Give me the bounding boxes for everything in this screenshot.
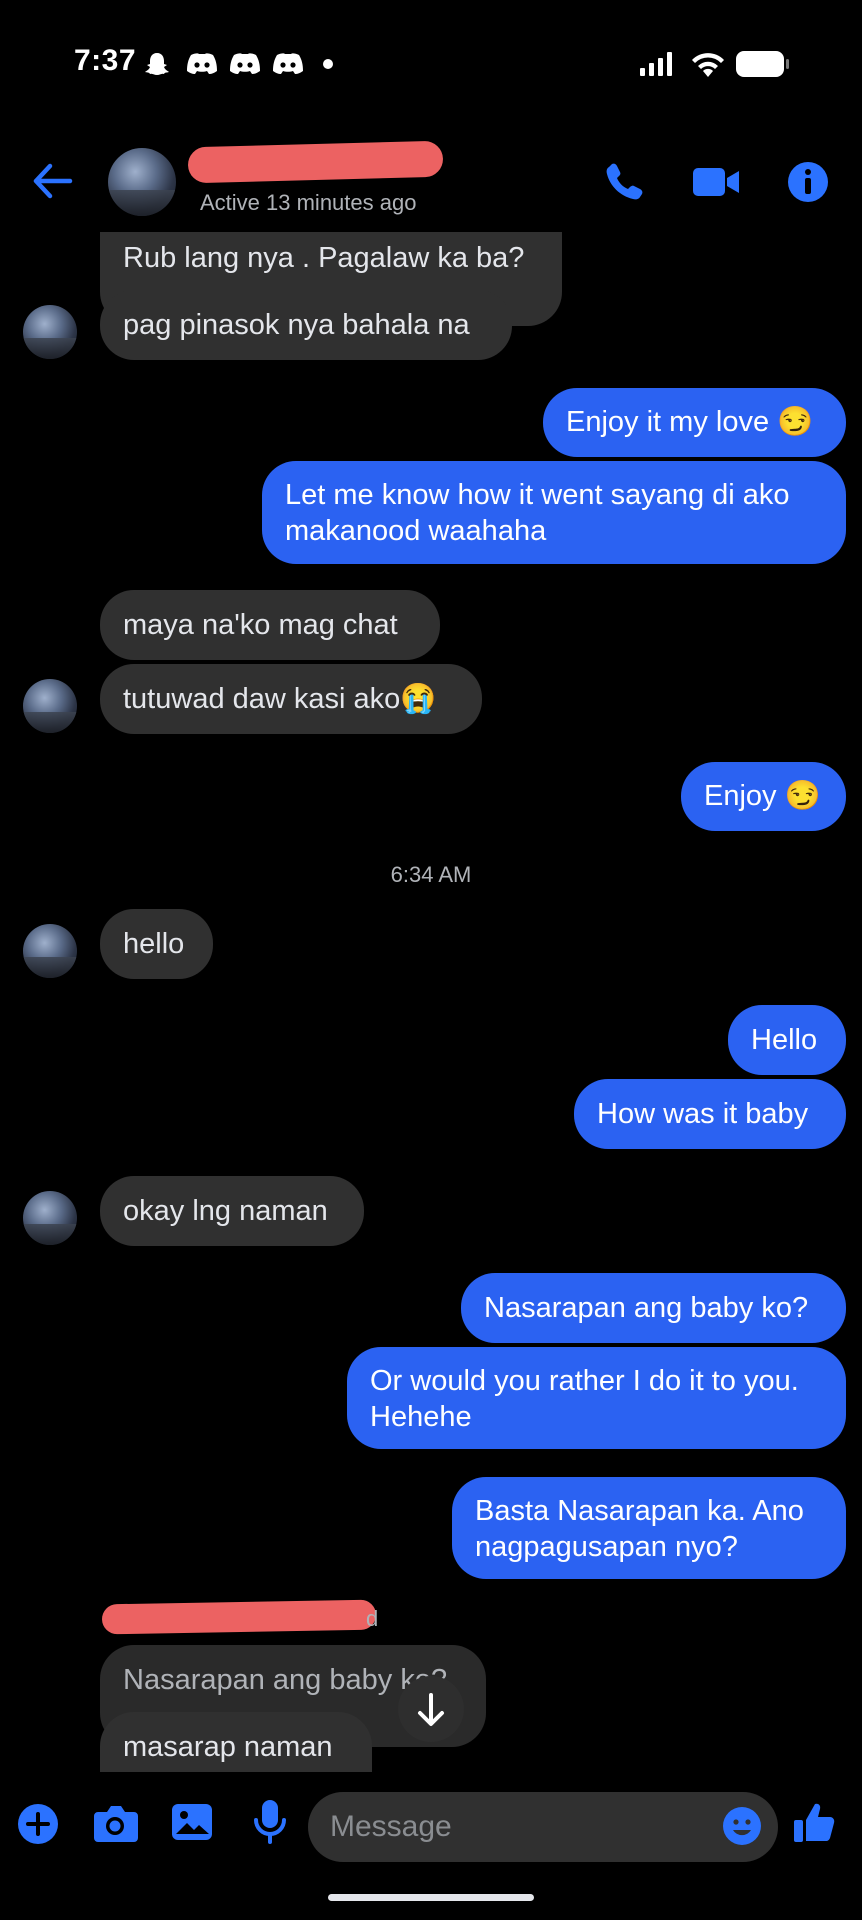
message-text: maya na'ko mag chat (123, 609, 398, 641)
thumbs-up-icon[interactable] (792, 1800, 838, 1846)
message-bubble-outgoing[interactable]: Basta Nasarapan ka. Ano nagpagusapan nyo? (452, 1477, 846, 1579)
contact-avatar[interactable] (108, 148, 176, 216)
message-text-line: Let me know how it went sayang di ako (285, 479, 790, 511)
message-bubble-incoming[interactable]: pag pinasok nya bahala na (100, 290, 512, 360)
dot-icon (323, 59, 333, 69)
message-input[interactable] (308, 1792, 778, 1862)
emoji-icon[interactable] (722, 1806, 762, 1846)
message-bubble-outgoing[interactable]: Hello (728, 1005, 846, 1075)
message-text: Nasarapan ang baby ko? (484, 1292, 809, 1324)
sender-avatar[interactable] (23, 305, 77, 359)
redacted-contact-name (187, 140, 444, 184)
microphone-icon[interactable] (250, 1798, 290, 1846)
message-text-line: Or would you rather I do it to you. (370, 1365, 799, 1397)
message-text: tutuwad daw kasi ako😭 (123, 683, 437, 715)
message-bubble-outgoing[interactable]: Let me know how it went sayang di ako mak… (262, 461, 846, 564)
message-bubble-incoming[interactable]: tutuwad daw kasi ako😭 (100, 664, 482, 734)
message-bubble-outgoing[interactable]: Nasarapan ang baby ko? (461, 1273, 846, 1343)
signal-icon (640, 52, 672, 76)
discord-icon (187, 53, 217, 74)
video-camera-icon[interactable] (690, 158, 742, 206)
scroll-to-bottom-button[interactable] (398, 1676, 464, 1742)
message-bubble-outgoing[interactable]: How was it baby (574, 1079, 846, 1149)
message-text: How was it baby (597, 1098, 809, 1130)
message-bubble-outgoing[interactable]: Enjoy it my love 😏 (543, 388, 846, 457)
phone-icon[interactable] (598, 158, 650, 206)
timestamp-divider: 6:34 AM (390, 862, 472, 887)
message-text-line: Hehehe (370, 1401, 472, 1433)
message-text: Rub lang nya . Pagalaw ka ba? (123, 242, 525, 274)
message-bubble-incoming[interactable]: maya na'ko mag chat (100, 590, 440, 660)
battery-icon (736, 51, 789, 77)
camera-icon[interactable] (92, 1804, 138, 1844)
message-text: hello (123, 928, 185, 960)
message-bubble-outgoing[interactable]: Or would you rather I do it to you. Heheh… (347, 1347, 846, 1449)
message-bubble-outgoing[interactable]: Enjoy 😏 (681, 762, 846, 831)
arrow-down-icon (418, 1693, 444, 1726)
sender-avatar[interactable] (23, 924, 77, 978)
wifi-icon (692, 53, 724, 77)
sender-avatar[interactable] (23, 1191, 77, 1245)
message-text-line: makanood waahaha (285, 515, 547, 547)
message-text: masarap naman (123, 1731, 333, 1763)
reply-label-tail: d (366, 1606, 379, 1631)
home-indicator[interactable] (328, 1894, 534, 1901)
redacted-reply-label (101, 1599, 377, 1635)
discord-icon (273, 53, 303, 74)
message-text: Enjoy 😏 (704, 780, 821, 812)
message-text: Hello (751, 1024, 818, 1056)
snapchat-icon (145, 53, 169, 75)
message-text: Enjoy it my love 😏 (566, 406, 814, 438)
discord-icon (230, 53, 260, 74)
sender-avatar[interactable] (23, 679, 77, 733)
message-bubble-incoming[interactable]: hello (100, 909, 213, 979)
active-status: Active 13 minutes ago (200, 190, 417, 215)
message-text-line: nagpagusapan nyo? (475, 1531, 738, 1563)
gallery-icon[interactable] (170, 1802, 214, 1842)
message-text-line: Basta Nasarapan ka. Ano (475, 1495, 804, 1527)
message-bubble-incoming[interactable]: okay lng naman (100, 1176, 364, 1246)
status-time: 7:37 (74, 44, 137, 77)
back-arrow-icon[interactable] (30, 158, 76, 204)
message-text: okay lng naman (123, 1195, 328, 1227)
info-icon[interactable] (782, 158, 834, 206)
plus-icon[interactable] (16, 1802, 60, 1846)
message-text: pag pinasok nya bahala na (123, 309, 470, 341)
